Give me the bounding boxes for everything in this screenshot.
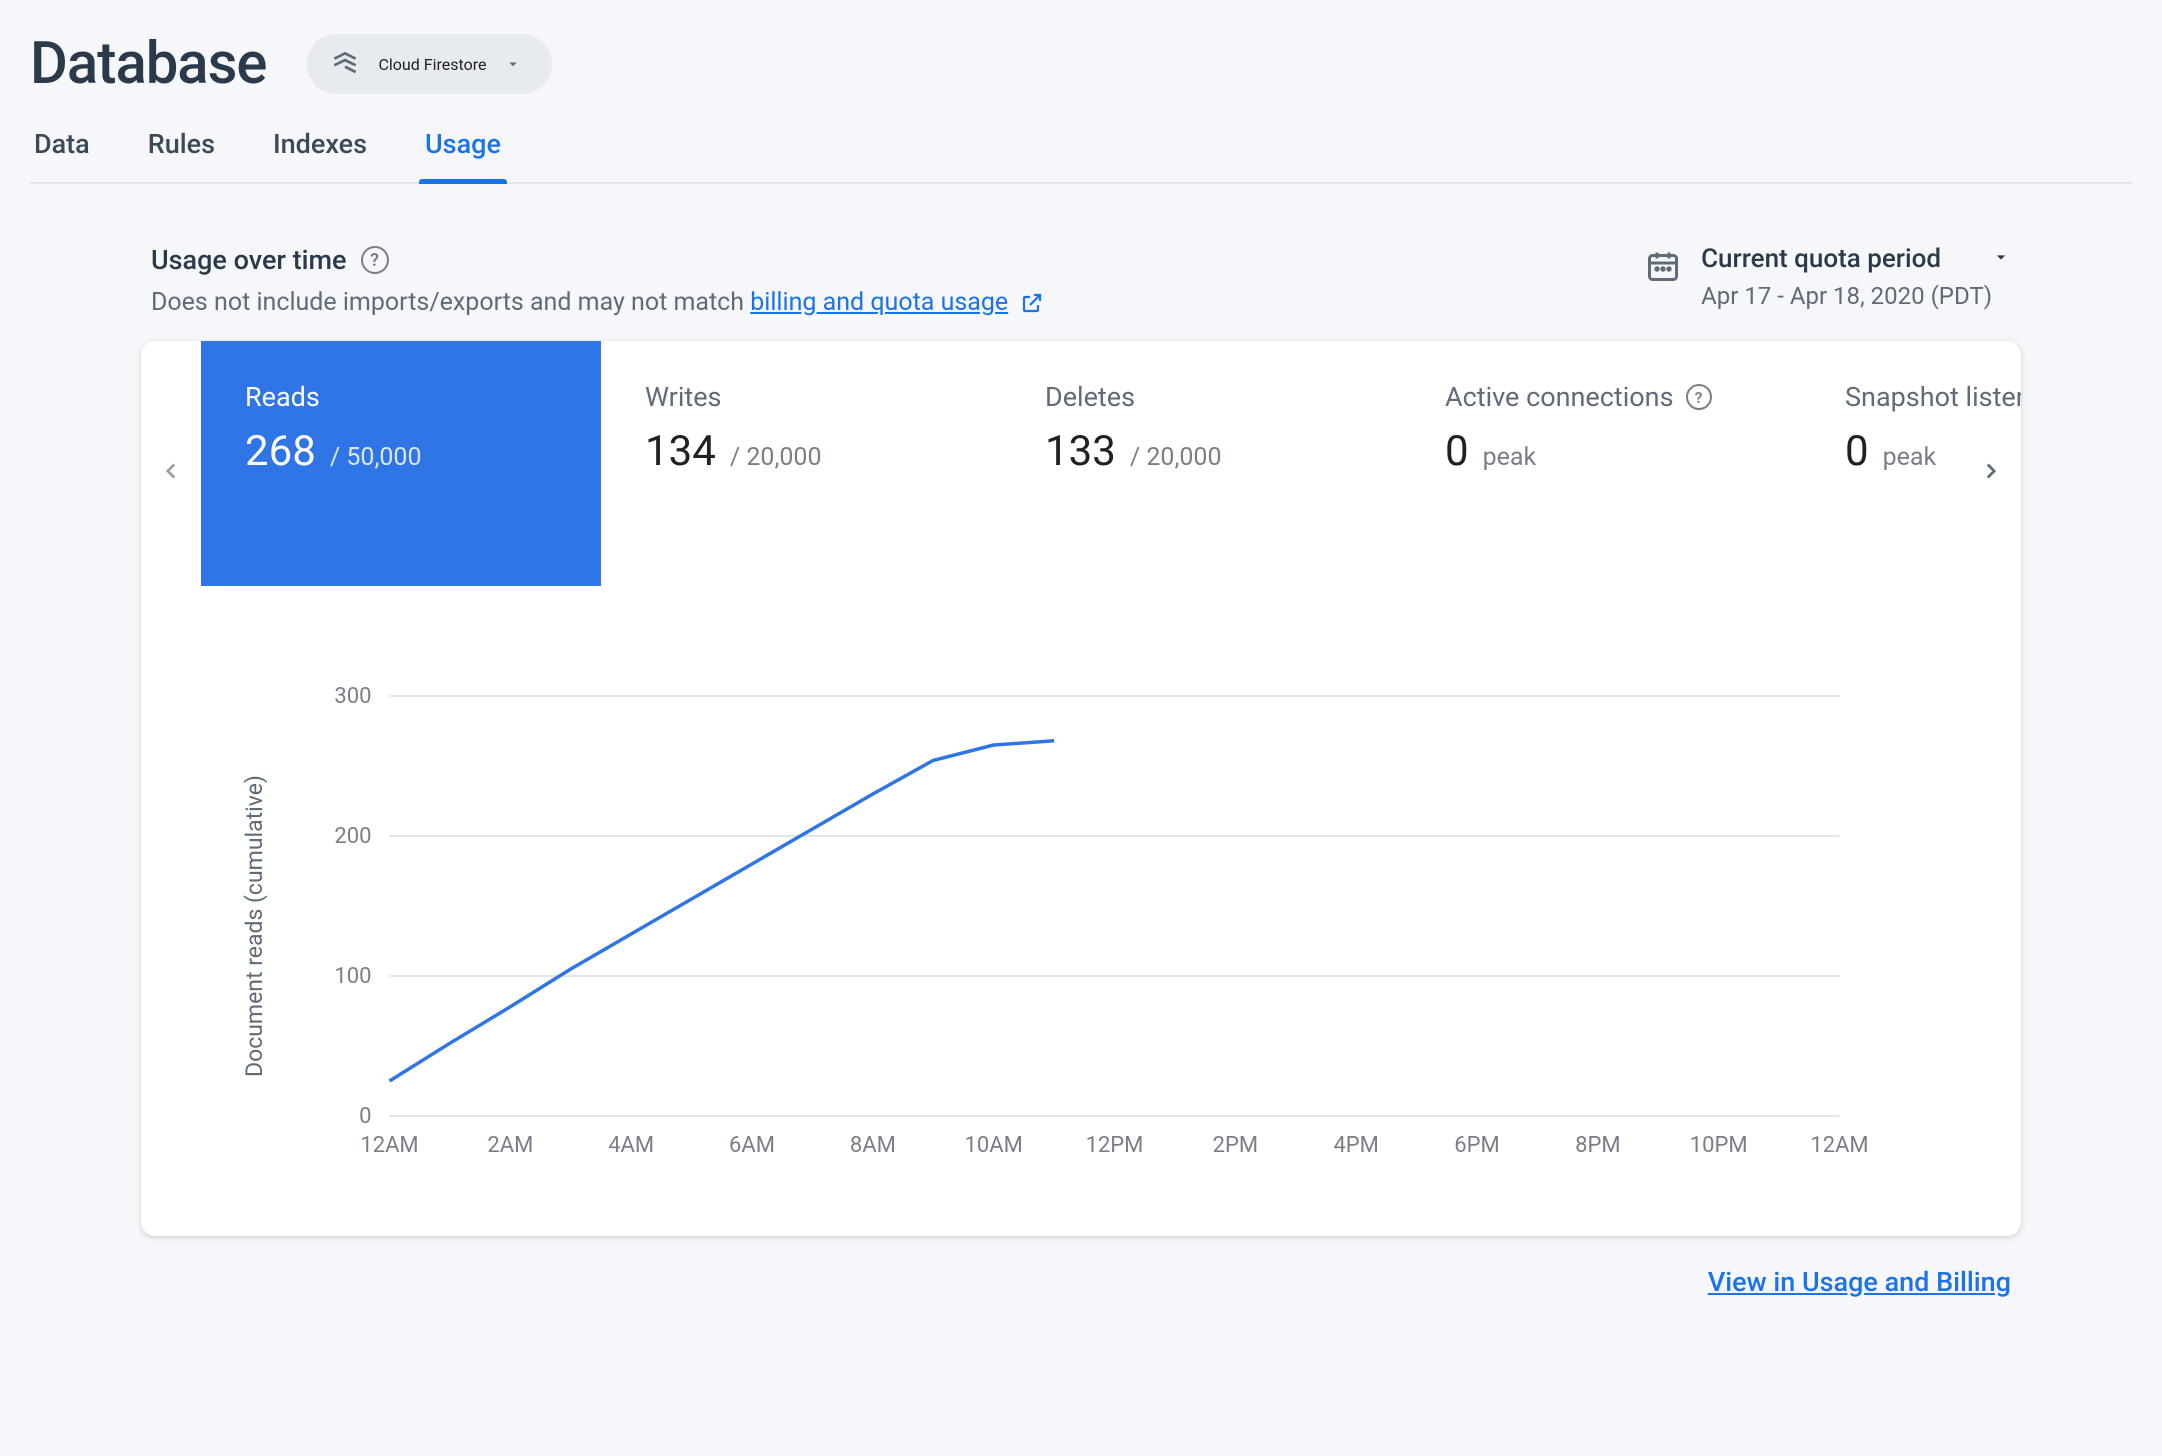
metric-value: 133 — [1045, 427, 1116, 476]
metric-card-reads[interactable]: Reads 268 / 50,000 — [201, 341, 601, 586]
help-icon[interactable]: ? — [361, 246, 389, 274]
usage-title-text: Usage over time — [151, 244, 347, 276]
svg-text:8PM: 8PM — [1575, 1133, 1620, 1158]
metric-limit: peak — [1883, 443, 1937, 472]
metric-value: 0 — [1845, 427, 1869, 476]
svg-text:4AM: 4AM — [608, 1133, 654, 1158]
svg-text:10PM: 10PM — [1690, 1133, 1748, 1158]
svg-text:300: 300 — [334, 684, 371, 709]
chart-y-axis-label: Document reads (cumulative) — [231, 676, 268, 1176]
svg-text:12PM: 12PM — [1086, 1133, 1144, 1158]
metric-card-deletes[interactable]: Deletes 133 / 20,000 — [1001, 341, 1401, 586]
metric-limit: peak — [1483, 443, 1537, 472]
usage-card: Reads268/ 50,000Writes134/ 20,000Deletes… — [141, 341, 2021, 1236]
page-title: Database — [30, 30, 267, 98]
tab-rules[interactable]: Rules — [148, 128, 215, 182]
metric-label: Deletes — [1045, 381, 1357, 413]
metric-card-active-connections[interactable]: Active connections? 0 peak — [1401, 341, 1801, 586]
metric-label: Reads — [245, 381, 557, 413]
svg-text:10AM: 10AM — [965, 1133, 1023, 1158]
metric-value: 268 — [245, 427, 316, 476]
firestore-icon — [329, 48, 361, 80]
svg-text:2PM: 2PM — [1213, 1133, 1258, 1158]
header: Database Cloud Firestore — [30, 10, 2132, 128]
usage-subtitle-prefix: Does not include imports/exports and may… — [151, 288, 750, 317]
metric-value: 0 — [1445, 427, 1469, 476]
svg-text:6AM: 6AM — [729, 1133, 775, 1158]
svg-text:0: 0 — [359, 1104, 371, 1129]
database-selector[interactable]: Cloud Firestore — [307, 34, 553, 94]
tab-usage[interactable]: Usage — [425, 128, 501, 182]
external-link-icon — [1020, 291, 1044, 315]
usage-title: Usage over time ? — [151, 244, 1044, 276]
help-icon[interactable]: ? — [1686, 384, 1712, 410]
period-date-range: Apr 17 - Apr 18, 2020 (PDT) — [1701, 282, 2011, 310]
svg-text:12AM: 12AM — [1810, 1133, 1868, 1158]
reads-line-chart: 0 100 200 300 12AM 2AM 4AM 6AM 8AM 10AM 12PM 2PM 4PM… — [268, 676, 1901, 1176]
billing-quota-link[interactable]: billing and quota usage — [750, 288, 1008, 317]
period-label: Current quota period — [1701, 244, 1941, 274]
metric-card-writes[interactable]: Writes 134 / 20,000 — [601, 341, 1001, 586]
caret-down-icon — [1991, 244, 2011, 274]
metric-label: Snapshot listeners? — [1845, 381, 2021, 413]
view-usage-billing-link[interactable]: View in Usage and Billing — [1708, 1266, 2011, 1298]
svg-text:2AM: 2AM — [487, 1133, 533, 1158]
svg-text:200: 200 — [334, 824, 371, 849]
svg-text:12AM: 12AM — [360, 1133, 418, 1158]
tab-data[interactable]: Data — [34, 128, 90, 182]
scroll-right-button[interactable] — [1971, 451, 2011, 491]
caret-down-icon — [504, 55, 522, 73]
svg-text:6PM: 6PM — [1454, 1133, 1499, 1158]
tab-indexes[interactable]: Indexes — [273, 128, 367, 182]
period-selector[interactable]: Current quota period Apr 17 - Apr 18, 20… — [1645, 244, 2011, 310]
database-selector-label: Cloud Firestore — [379, 55, 487, 74]
metric-limit: / 20,000 — [730, 443, 822, 472]
metric-label: Active connections? — [1445, 381, 1757, 413]
svg-text:8AM: 8AM — [850, 1133, 896, 1158]
metric-limit: / 20,000 — [1130, 443, 1222, 472]
metric-label: Writes — [645, 381, 957, 413]
tabs: Data Rules Indexes Usage — [30, 128, 2132, 184]
svg-text:4PM: 4PM — [1333, 1133, 1378, 1158]
usage-subtitle: Does not include imports/exports and may… — [151, 288, 1044, 317]
metric-value: 134 — [645, 427, 716, 476]
svg-text:100: 100 — [334, 964, 371, 989]
metric-limit: / 50,000 — [330, 443, 422, 472]
scroll-left-button[interactable] — [151, 451, 191, 491]
calendar-icon — [1645, 248, 1681, 288]
